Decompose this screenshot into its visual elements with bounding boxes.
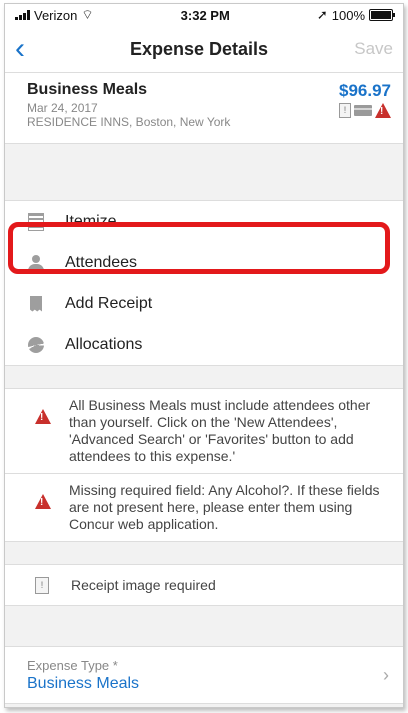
expense-type-field[interactable]: Expense Type * Business Meals ›: [5, 646, 403, 704]
itemize-icon: [28, 212, 44, 231]
attendees-row[interactable]: Attendees: [5, 242, 403, 283]
expense-menu: Itemize Attendees Add Receipt Allocation…: [5, 200, 403, 366]
alert-text: Missing required field: Any Alcohol?. If…: [69, 482, 380, 532]
page-title: Expense Details: [129, 38, 269, 59]
add-receipt-label: Add Receipt: [65, 294, 153, 312]
status-bar: Verizon ⌔ 3:32 PM ➚ 100%: [5, 4, 403, 26]
itemize-label: Itemize: [65, 212, 117, 230]
save-button[interactable]: Save: [353, 39, 393, 59]
expense-summary: Business Meals Mar 24, 2017 RESIDENCE IN…: [5, 73, 403, 144]
pie-chart-icon: [28, 336, 44, 353]
receipt-required-notice: ! Receipt image required: [5, 564, 403, 606]
location-icon: ➚: [316, 7, 328, 22]
warning-icon: !: [375, 103, 391, 118]
attendees-label: Attendees: [65, 253, 138, 271]
warning-icon: !: [35, 494, 51, 509]
add-receipt-row[interactable]: Add Receipt: [5, 283, 403, 324]
navigation-bar: ‹ Expense Details Save: [5, 26, 403, 73]
expense-type-value: Business Meals: [27, 674, 140, 692]
receipt-icon: [30, 295, 42, 312]
receipt-required-text: Receipt image required: [71, 577, 216, 593]
carrier-label: Verizon: [34, 7, 78, 23]
allocations-row[interactable]: Allocations: [5, 324, 403, 365]
status-time: 3:32 PM: [180, 7, 230, 23]
exclamation-icon: !: [35, 576, 49, 594]
expense-type-label: Expense Type *: [27, 657, 118, 673]
exclamation-icon: !: [339, 103, 351, 118]
allocations-label: Allocations: [65, 335, 143, 353]
phone-screen: Verizon ⌔ 3:32 PM ➚ 100% ‹ Expense Detai…: [4, 3, 404, 708]
wifi-icon: ⌔: [81, 7, 94, 22]
itemize-row[interactable]: Itemize: [5, 201, 403, 242]
warning-icon: !: [35, 409, 51, 424]
expense-amount: $96.97: [339, 81, 391, 100]
chevron-right-icon: ›: [383, 665, 389, 685]
alert-item: ! Missing required field: Any Alcohol?. …: [5, 474, 403, 542]
alert-item: ! All Business Meals must include attend…: [5, 389, 403, 474]
chevron-left-icon[interactable]: ‹: [15, 34, 45, 64]
signal-icon: [15, 10, 30, 20]
credit-card-icon: [354, 105, 372, 116]
person-icon: [28, 254, 44, 271]
alert-text: All Business Meals must include attendee…: [69, 397, 371, 464]
battery-label: 100%: [331, 7, 365, 23]
alerts-list: ! All Business Meals must include attend…: [5, 388, 403, 542]
battery-icon: [369, 9, 395, 21]
